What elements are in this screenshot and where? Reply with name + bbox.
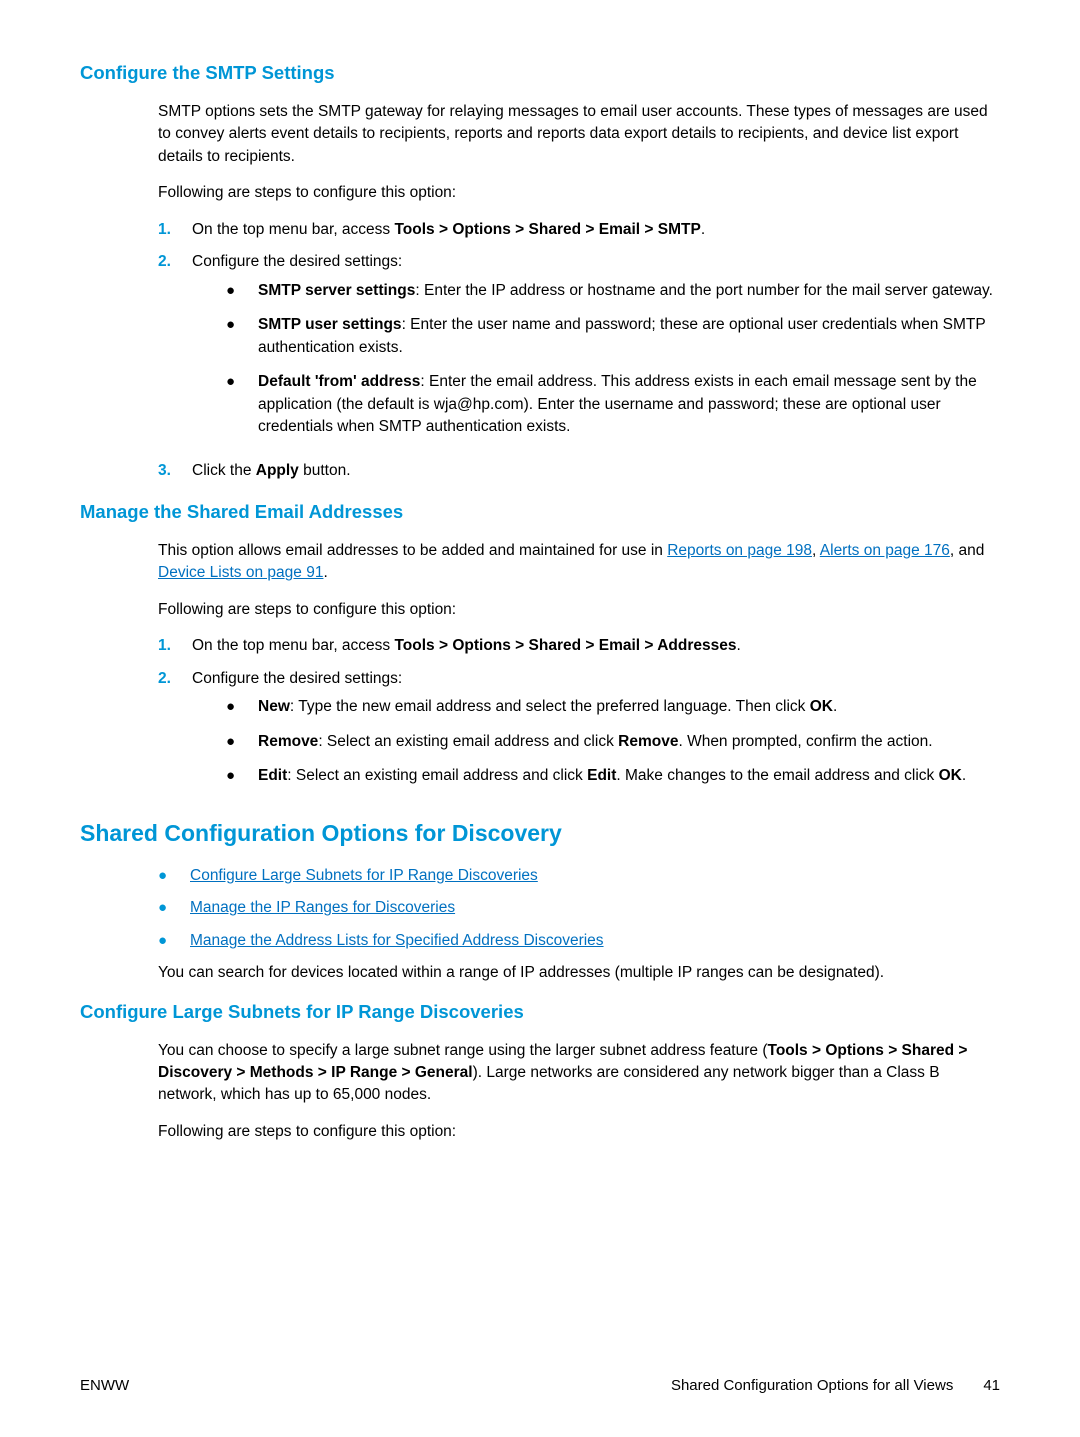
bullet-icon: ●: [226, 696, 258, 718]
bullet-icon: ●: [226, 731, 258, 753]
link-large-subnets[interactable]: Configure Large Subnets for IP Range Dis…: [190, 865, 538, 887]
bullet-icon: ●: [158, 930, 190, 952]
link-device-lists[interactable]: Device Lists on page 91: [158, 564, 323, 581]
text: .: [833, 698, 837, 715]
button-name: Edit: [587, 767, 616, 784]
text: : Select an existing email address and c…: [287, 767, 587, 784]
bullet-icon: ●: [158, 897, 190, 919]
text: .: [701, 221, 705, 238]
bullet-icon: ●: [226, 280, 258, 302]
footer-left: ENWW: [80, 1375, 129, 1397]
text: , and: [950, 542, 984, 559]
list-item: 3. Click the Apply button.: [158, 460, 1000, 482]
list-item: 1. On the top menu bar, access Tools > O…: [158, 219, 1000, 241]
menu-path: Tools > Options > Shared > Email > SMTP: [394, 221, 700, 238]
list-content: Configure the desired settings: ● New: T…: [192, 668, 966, 800]
text: .: [736, 637, 740, 654]
term: Remove: [258, 733, 318, 750]
term: New: [258, 698, 290, 715]
text: : Select an existing email address and c…: [318, 733, 618, 750]
list-number: 2.: [158, 251, 192, 450]
bullet-icon: ●: [226, 371, 258, 438]
text: button.: [299, 462, 351, 479]
text: You can choose to specify a large subnet…: [158, 1042, 768, 1059]
list-item: ● Default 'from' address: Enter the emai…: [226, 371, 1000, 438]
term: SMTP user settings: [258, 316, 402, 333]
paragraph: SMTP options sets the SMTP gateway for r…: [158, 101, 1000, 168]
paragraph: Following are steps to configure this op…: [158, 1121, 1000, 1143]
text: ,: [812, 542, 820, 559]
list-item: 2. Configure the desired settings: ● New…: [158, 668, 1000, 800]
footer-right: Shared Configuration Options for all Vie…: [671, 1375, 1000, 1397]
text: : Type the new email address and select …: [290, 698, 810, 715]
text: This option allows email addresses to be…: [158, 542, 667, 559]
list-content: On the top menu bar, access Tools > Opti…: [192, 635, 741, 657]
list-item: ● SMTP server settings: Enter the IP add…: [226, 280, 1000, 302]
term: Default 'from' address: [258, 373, 420, 390]
list-item: ● Manage the Address Lists for Specified…: [158, 930, 1000, 952]
paragraph: Following are steps to configure this op…: [158, 599, 1000, 621]
link-ip-ranges[interactable]: Manage the IP Ranges for Discoveries: [190, 897, 455, 919]
page-footer: ENWW Shared Configuration Options for al…: [80, 1375, 1000, 1397]
text: Click the: [192, 462, 256, 479]
list-content: Configure the desired settings: ● SMTP s…: [192, 251, 1000, 450]
text: .: [962, 767, 966, 784]
text: Configure the desired settings:: [192, 253, 402, 270]
link-address-lists[interactable]: Manage the Address Lists for Specified A…: [190, 930, 604, 952]
text: .: [323, 564, 327, 581]
button-name: OK: [939, 767, 962, 784]
ordered-list: 1. On the top menu bar, access Tools > O…: [158, 635, 1000, 799]
link-list: ● Configure Large Subnets for IP Range D…: [158, 865, 1000, 952]
paragraph: You can choose to specify a large subnet…: [158, 1040, 1000, 1107]
bullet-list: ● SMTP server settings: Enter the IP add…: [226, 280, 1000, 439]
heading-shared-discovery: Shared Configuration Options for Discove…: [80, 817, 1000, 850]
list-item: 1. On the top menu bar, access Tools > O…: [158, 635, 1000, 657]
list-item: ● New: Type the new email address and se…: [226, 696, 966, 718]
list-item: ● Manage the IP Ranges for Discoveries: [158, 897, 1000, 919]
list-number: 1.: [158, 219, 192, 241]
text: . Make changes to the email address and …: [616, 767, 938, 784]
text: Configure the desired settings:: [192, 670, 402, 687]
paragraph: This option allows email addresses to be…: [158, 540, 1000, 585]
text: : Enter the IP address or hostname and t…: [415, 282, 993, 299]
list-number: 1.: [158, 635, 192, 657]
bullet-icon: ●: [226, 314, 258, 359]
list-item: ● Remove: Select an existing email addre…: [226, 731, 966, 753]
link-reports[interactable]: Reports on page 198: [667, 542, 812, 559]
list-item: 2. Configure the desired settings: ● SMT…: [158, 251, 1000, 450]
bullet-icon: ●: [226, 765, 258, 787]
paragraph: Following are steps to configure this op…: [158, 182, 1000, 204]
list-number: 2.: [158, 668, 192, 800]
button-name: Remove: [618, 733, 678, 750]
ordered-list: 1. On the top menu bar, access Tools > O…: [158, 219, 1000, 483]
bullet-list: ● New: Type the new email address and se…: [226, 696, 966, 787]
paragraph: You can search for devices located withi…: [158, 962, 1000, 984]
list-item: ● SMTP user settings: Enter the user nam…: [226, 314, 1000, 359]
heading-large-subnets: Configure Large Subnets for IP Range Dis…: [80, 999, 1000, 1026]
term: Edit: [258, 767, 287, 784]
text: On the top menu bar, access: [192, 637, 394, 654]
list-number: 3.: [158, 460, 192, 482]
link-alerts[interactable]: Alerts on page 176: [820, 542, 950, 559]
list-content: Click the Apply button.: [192, 460, 351, 482]
list-item: ● Edit: Select an existing email address…: [226, 765, 966, 787]
list-item: ● Configure Large Subnets for IP Range D…: [158, 865, 1000, 887]
text: On the top menu bar, access: [192, 221, 394, 238]
button-name: Apply: [256, 462, 299, 479]
button-name: OK: [810, 698, 833, 715]
bullet-icon: ●: [158, 865, 190, 887]
menu-path: Tools > Options > Shared > Email > Addre…: [394, 637, 736, 654]
text: . When prompted, confirm the action.: [678, 733, 932, 750]
heading-shared-email: Manage the Shared Email Addresses: [80, 499, 1000, 526]
term: SMTP server settings: [258, 282, 415, 299]
list-content: On the top menu bar, access Tools > Opti…: [192, 219, 705, 241]
heading-smtp-settings: Configure the SMTP Settings: [80, 60, 1000, 87]
